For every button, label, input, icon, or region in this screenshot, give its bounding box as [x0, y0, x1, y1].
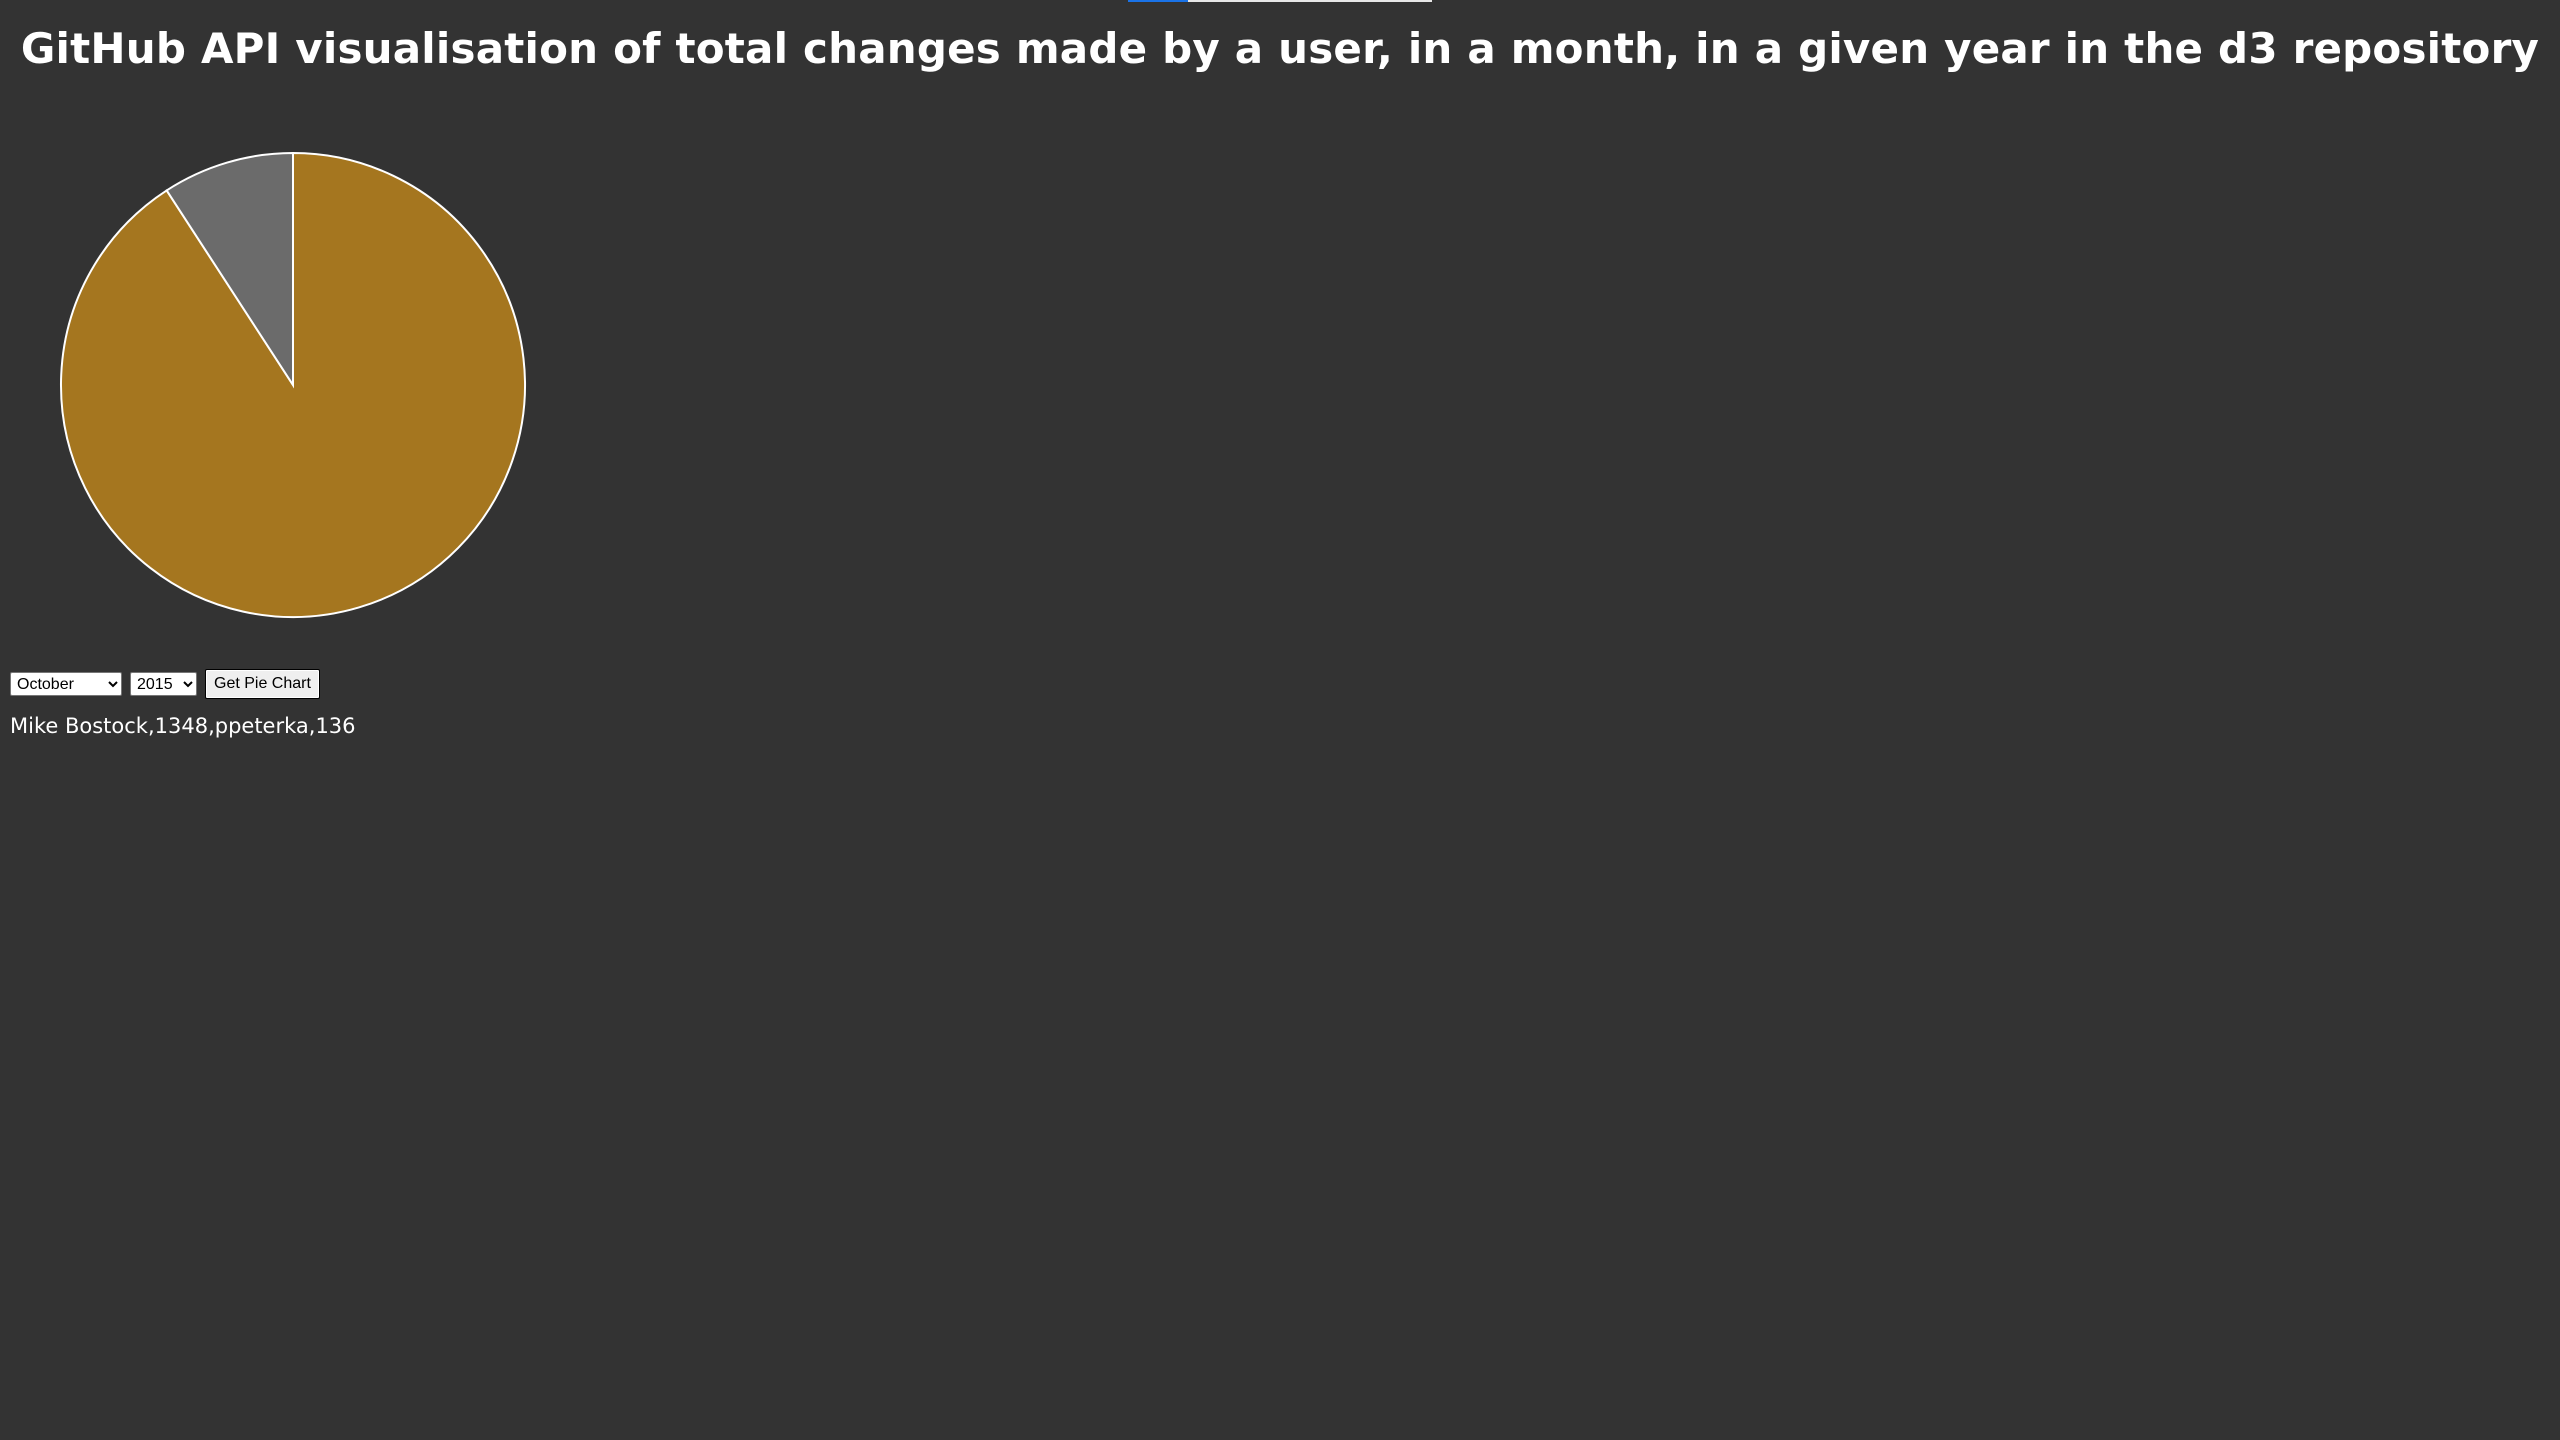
page: GitHub API visualisation of total change…: [0, 0, 2560, 1440]
year-select[interactable]: 2015: [130, 672, 197, 696]
result-text: Mike Bostock,1348,ppeterka,136: [10, 714, 356, 738]
top-accent-bar-highlight: [1128, 0, 1188, 2]
pie-chart: [60, 151, 526, 618]
controls-bar: October 2015 Get Pie Chart: [10, 668, 320, 700]
page-title: GitHub API visualisation of total change…: [20, 24, 2540, 73]
pie-slices: [60, 151, 526, 618]
get-pie-chart-button[interactable]: Get Pie Chart: [205, 669, 320, 699]
month-select[interactable]: October: [10, 672, 122, 696]
